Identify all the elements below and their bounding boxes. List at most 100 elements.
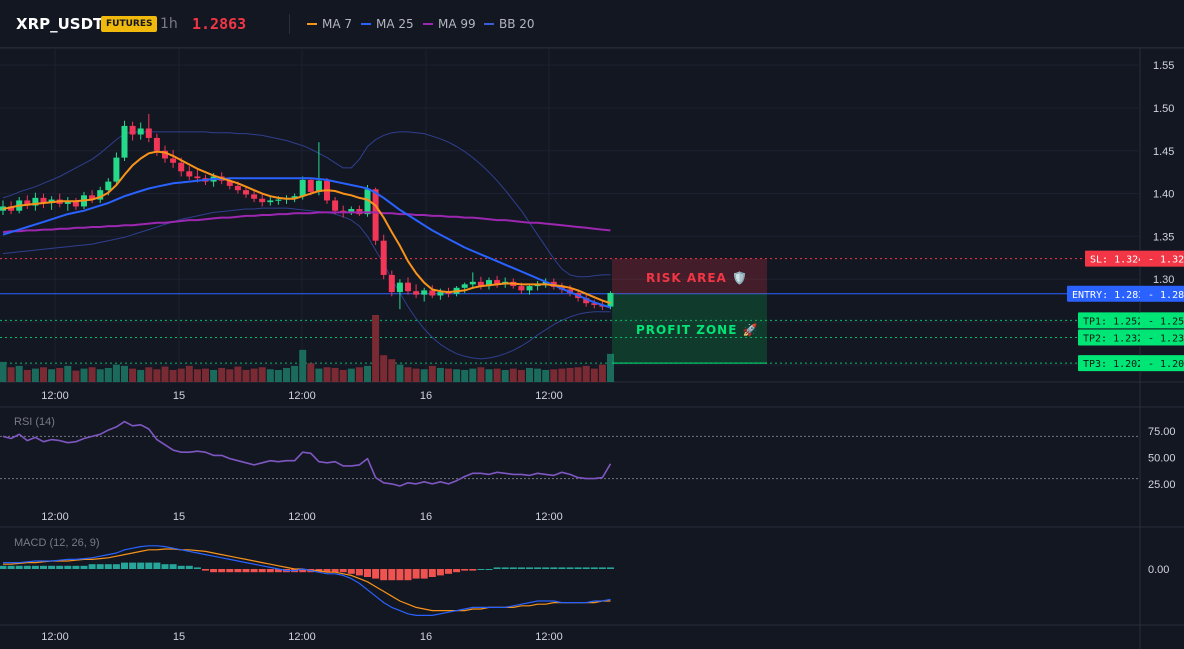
candle-body[interactable] [267,200,274,203]
candle-body[interactable] [405,282,411,292]
price-tick-label: 1.30 [1153,274,1174,286]
volume-bar [193,369,201,382]
risk-area-label: RISK AREA 🛡️ [646,271,748,285]
price-tick-label: 1.50 [1153,103,1174,115]
volume-bar [534,368,542,382]
candle-body[interactable] [388,274,395,293]
candle-body[interactable] [170,158,177,163]
macd-histogram-bar [388,569,396,581]
candle-body[interactable] [429,290,436,296]
candle-body[interactable] [461,284,468,288]
volume-bar [283,367,290,382]
profit-zone-label: PROFIT ZONE 🚀 [636,323,759,337]
macd-histogram-bar [582,567,590,569]
candle-body[interactable] [299,179,306,197]
volume-bar [477,367,485,382]
tp2-axis-label: - 1.23 [1148,333,1184,344]
volume-bar [88,367,96,382]
candle-body[interactable] [526,286,533,291]
candle-body[interactable] [332,200,339,211]
candlesticks[interactable] [0,113,614,311]
candle-body[interactable] [129,125,136,135]
volume-bar [258,367,266,382]
rsi-tick-label: 75.00 [1148,426,1176,438]
candle-body[interactable] [113,157,120,182]
time-tick-label: 16 [420,390,432,402]
macd-histogram-bar [96,564,104,569]
volume-bar [436,367,444,382]
macd-histogram-bar [372,569,380,579]
macd-histogram-bar [56,565,64,569]
candle-body[interactable] [259,198,266,203]
volume-bar [582,365,590,382]
volume-bar [234,366,242,382]
macd-histogram-bar [258,569,266,573]
macd-histogram-bar [48,565,56,569]
macd-histogram-bar [493,567,501,569]
candle-body[interactable] [372,189,379,241]
macd-histogram-bar [558,567,566,569]
candle-body[interactable] [251,194,258,199]
time-tick-label: 12:00 [535,390,563,402]
volume-bar [566,367,574,382]
candle-body[interactable] [380,240,387,275]
macd-histogram-bar [396,569,404,581]
rsi-tick-label: 50.00 [1148,453,1176,465]
macd-histogram-bar [526,567,533,569]
volume-bar [274,369,282,382]
volume-bar [388,359,396,382]
tp1-axis-label: - 1.25 [1148,316,1184,327]
volume-bar [210,369,218,382]
volume-bar [15,365,23,382]
candle-body[interactable] [234,185,241,191]
candle-body[interactable] [186,171,193,177]
tp3-tag-label: TP3: 1.202 [1083,359,1143,370]
time-tick-label: 15 [173,511,185,523]
candle-body[interactable] [105,181,112,191]
candle-body[interactable] [153,137,160,151]
macd-histogram-bar [420,569,428,579]
macd-histogram-bar [72,565,80,569]
level-tags: SL: 1.324 - 1.32 ENTRY: 1.283 - 1.28 TP1: 1.… [1067,250,1184,372]
candle-body[interactable] [137,128,144,135]
volume-bars [0,315,614,382]
candle-body[interactable] [121,125,128,158]
candle-body[interactable] [145,128,152,138]
macd-panel[interactable]: MACD (12, 26, 9) 0.00 [0,537,1169,617]
volume-bar [242,369,250,382]
candle-body[interactable] [194,176,201,179]
candle-body[interactable] [396,282,403,293]
macd-histogram-bar [218,569,226,573]
candle-body[interactable] [243,190,249,195]
macd-histogram-bar [485,569,493,570]
candle-body[interactable] [413,291,420,295]
candle-body[interactable] [518,286,525,291]
candle-body[interactable] [421,290,428,295]
volume-bar [80,368,88,382]
macd-histogram-bar [80,565,88,569]
rsi-panel[interactable]: RSI (14) 75.00 50.00 25.00 [0,416,1176,491]
time-tick-label: 12:00 [535,631,563,643]
volume-bar [550,369,558,382]
macd-line [3,545,611,617]
volume-bar [291,365,299,382]
volume-bar [355,367,363,382]
macd-histogram-bar [145,562,153,569]
volume-bar [590,368,598,382]
volume-bar [598,364,606,382]
trade-zones[interactable]: RISK AREA 🛡️ PROFIT ZONE 🚀 [612,258,767,364]
candle-body[interactable] [178,162,185,172]
volume-bar [364,365,371,382]
macd-histogram-bar [161,564,169,569]
candle-body[interactable] [307,179,314,192]
time-axis-macd: 12:00 15 12:00 16 12:00 [41,631,563,643]
macd-histogram-bar [574,567,582,569]
candle-body[interactable] [437,292,444,296]
chart-canvas[interactable]: RISK AREA 🛡️ PROFIT ZONE 🚀 1.55 1.50 1.45 1… [0,0,1184,649]
macd-histogram-bar [461,569,469,571]
volume-bar [72,370,80,382]
macd-histogram-bar [428,569,436,577]
candle-body[interactable] [469,281,476,285]
macd-histogram-bar [15,565,23,569]
candle-body[interactable] [275,199,282,201]
